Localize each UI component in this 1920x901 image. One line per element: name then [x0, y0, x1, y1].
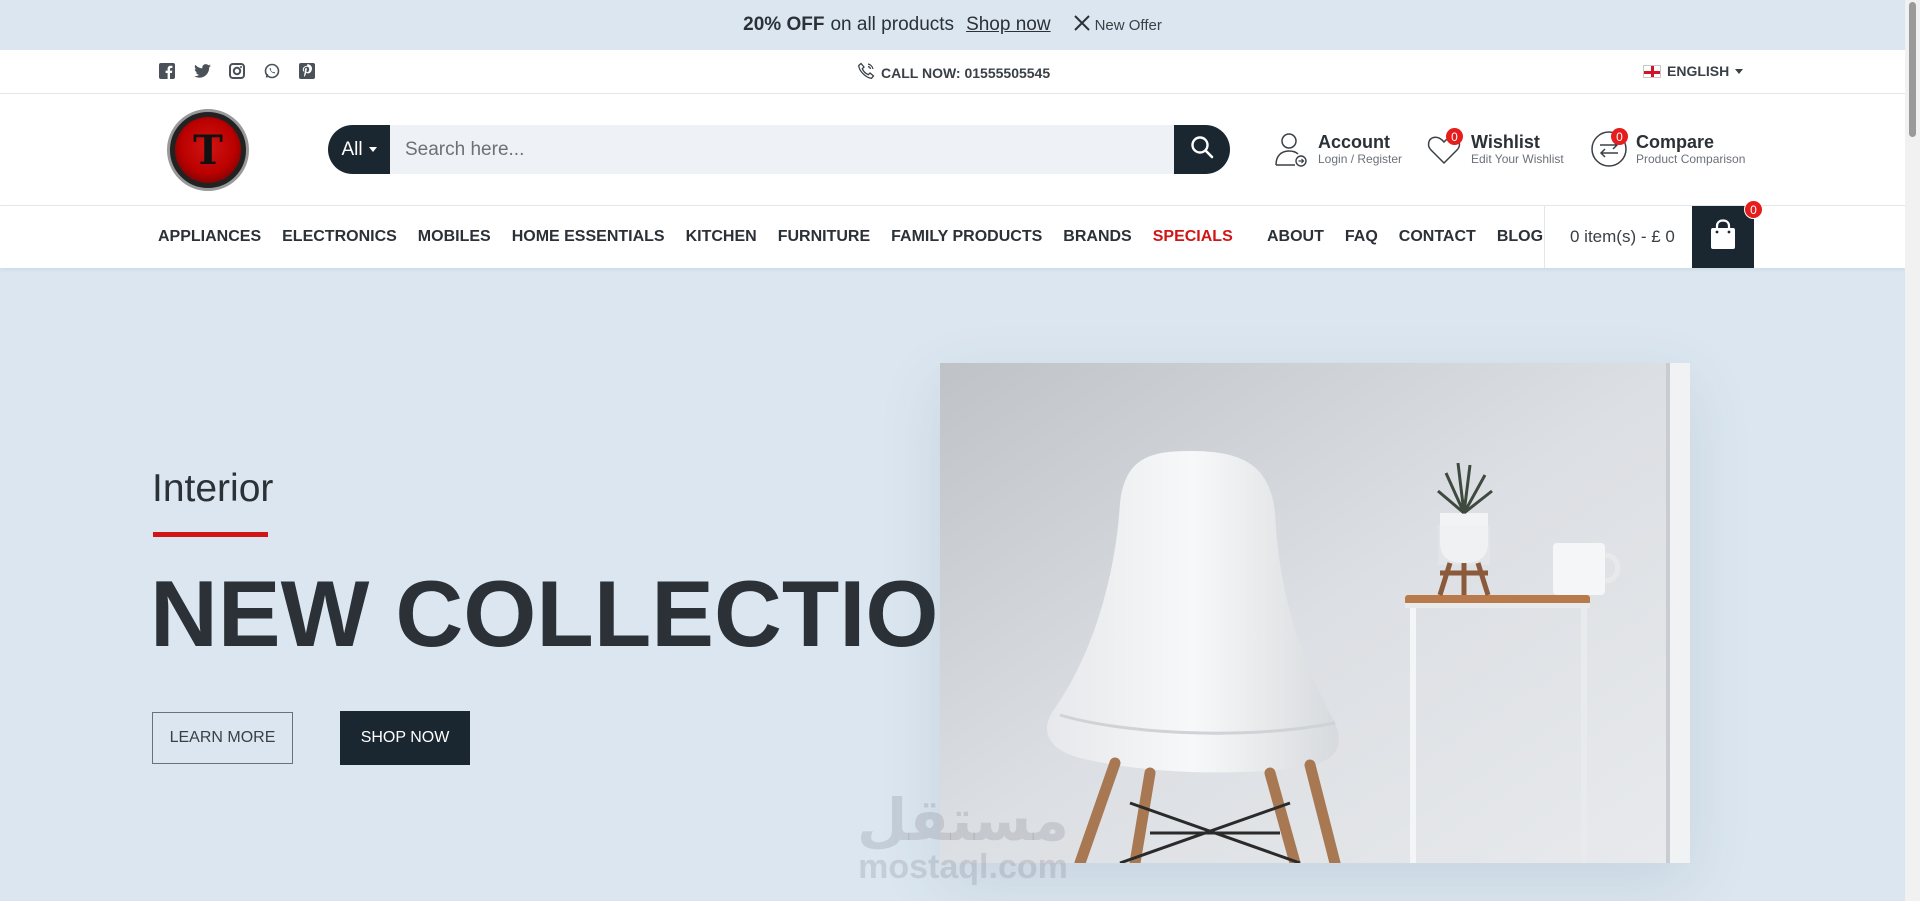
- cart-button[interactable]: [1692, 206, 1754, 268]
- watermark-latin: mostaql.com: [858, 848, 1068, 886]
- secondary-menu: ABOUT FAQ CONTACT BLOG: [1267, 206, 1543, 268]
- site-logo[interactable]: T: [167, 109, 249, 191]
- search-icon: [1190, 135, 1214, 164]
- nav-item-kitchen[interactable]: KITCHEN: [686, 228, 757, 246]
- nav-item-blog[interactable]: BLOG: [1497, 228, 1543, 246]
- user-icon: [1272, 130, 1310, 168]
- nav-item-family-products[interactable]: FAMILY PRODUCTS: [891, 228, 1042, 246]
- promo-close-button[interactable]: New Offer: [1073, 14, 1162, 36]
- nav-item-contact[interactable]: CONTACT: [1399, 228, 1476, 246]
- facebook-icon[interactable]: [158, 62, 176, 80]
- promo-shop-link[interactable]: Shop now: [966, 14, 1051, 36]
- cart-summary: 0 item(s) - £ 0: [1570, 227, 1675, 246]
- hero-title: NEW COLLECTION: [150, 561, 1007, 666]
- heart-icon: 0: [1425, 128, 1463, 168]
- compare-subtitle: Product Comparison: [1636, 151, 1746, 166]
- nav-item-brands[interactable]: BRANDS: [1063, 228, 1131, 246]
- uk-flag-icon: [1643, 64, 1661, 78]
- hero-subtitle: Interior: [152, 467, 274, 510]
- search-category-label: All: [341, 138, 363, 160]
- caret-down-icon: [368, 147, 377, 152]
- nav-item-about[interactable]: ABOUT: [1267, 228, 1324, 246]
- language-label: ENGLISH: [1667, 63, 1730, 79]
- instagram-icon[interactable]: [228, 62, 246, 80]
- language-selector[interactable]: ENGLISH: [1643, 63, 1744, 79]
- nav-item-electronics[interactable]: ELECTRONICS: [282, 228, 397, 246]
- page-scrollbar[interactable]: [1905, 0, 1920, 901]
- search-bar: All: [328, 125, 1230, 174]
- category-menu: APPLIANCES ELECTRONICS MOBILES HOME ESSE…: [158, 206, 1233, 268]
- shop-now-button[interactable]: SHOP NOW: [340, 711, 470, 765]
- phone-icon: [857, 62, 875, 83]
- search-category-dropdown[interactable]: All: [328, 125, 390, 174]
- scrollbar-thumb[interactable]: [1909, 2, 1916, 137]
- learn-more-button[interactable]: LEARN MORE: [152, 712, 293, 764]
- compare-count-badge: 0: [1611, 128, 1628, 145]
- promo-text: on all products: [830, 14, 955, 35]
- shopping-bag-icon: [1709, 218, 1737, 256]
- nav-item-appliances[interactable]: APPLIANCES: [158, 228, 261, 246]
- compare-link[interactable]: 0 Compare Product Comparison: [1590, 128, 1746, 168]
- social-links: [158, 62, 316, 80]
- nav-item-mobiles[interactable]: MOBILES: [418, 228, 491, 246]
- caret-down-icon: [1735, 68, 1744, 74]
- close-icon: [1073, 14, 1091, 36]
- search-input[interactable]: [390, 125, 1174, 174]
- promo-discount: 20% OFF: [743, 14, 825, 35]
- wishlist-title: Wishlist: [1471, 131, 1540, 152]
- cart-widget[interactable]: 0 item(s) - £ 0 0: [1544, 200, 1763, 268]
- whatsapp-icon[interactable]: [263, 62, 281, 80]
- account-title: Account: [1318, 131, 1390, 152]
- search-button[interactable]: [1174, 125, 1230, 174]
- main-header: T All Account Login / Register 0 Wishlis…: [0, 94, 1905, 206]
- account-link[interactable]: Account Login / Register: [1272, 130, 1402, 168]
- call-now-text: CALL NOW: 01555505545: [881, 64, 1051, 81]
- nav-item-furniture[interactable]: FURNITURE: [778, 228, 870, 246]
- top-bar: CALL NOW: 01555505545 ENGLISH: [0, 50, 1905, 94]
- wishlist-link[interactable]: 0 Wishlist Edit Your Wishlist: [1425, 128, 1564, 168]
- account-subtitle: Login / Register: [1318, 151, 1403, 166]
- logo-emblem: T: [175, 117, 241, 183]
- nav-item-home-essentials[interactable]: HOME ESSENTIALS: [512, 228, 665, 246]
- promo-offer-label: New Offer: [1094, 16, 1162, 34]
- main-nav: APPLIANCES ELECTRONICS MOBILES HOME ESSE…: [0, 200, 1905, 268]
- call-now[interactable]: CALL NOW: 01555505545: [857, 62, 1050, 83]
- watermark: مستقل mostaql.com: [843, 786, 1083, 884]
- wishlist-subtitle: Edit Your Wishlist: [1471, 151, 1564, 166]
- twitter-icon[interactable]: [193, 62, 211, 80]
- promo-bar: 20% OFF on all products Shop now New Off…: [0, 0, 1905, 50]
- cart-count-badge: 0: [1744, 200, 1763, 219]
- hero-accent-line: [153, 532, 268, 537]
- compare-icon: 0: [1590, 128, 1628, 168]
- compare-title: Compare: [1636, 131, 1715, 152]
- nav-item-faq[interactable]: FAQ: [1345, 228, 1378, 246]
- wishlist-count-badge: 0: [1446, 128, 1463, 145]
- watermark-arabic: مستقل: [856, 786, 1070, 854]
- pinterest-icon[interactable]: [298, 62, 316, 80]
- nav-item-specials[interactable]: SPECIALS: [1153, 228, 1233, 246]
